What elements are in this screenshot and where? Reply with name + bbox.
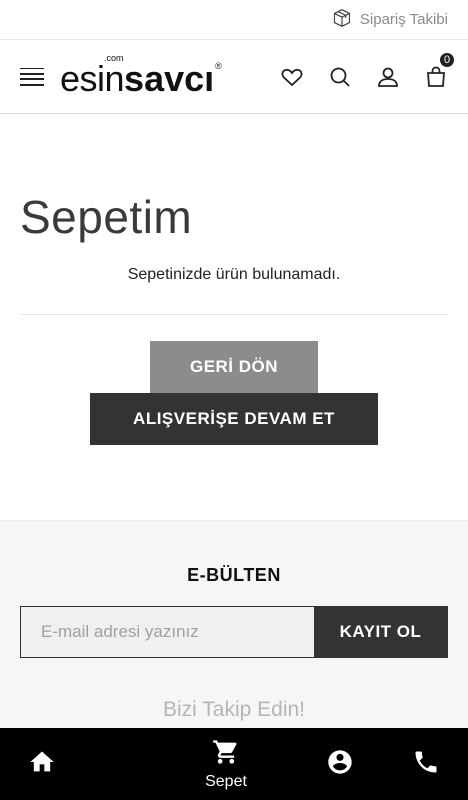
account-icon[interactable] (376, 65, 400, 89)
account-circle-icon (326, 748, 354, 781)
cart-page: Sepetim Sepetinizde ürün bulunamadı. GER… (0, 190, 468, 445)
nav-cart[interactable]: Sepet (196, 738, 256, 791)
newsletter-form: KAYIT OL (20, 606, 448, 658)
menu-icon[interactable] (20, 67, 44, 86)
logo-com: .com (104, 52, 124, 63)
newsletter-section: E-BÜLTEN KAYIT OL Bizi Takip Edin! (0, 520, 468, 730)
search-icon[interactable] (328, 65, 352, 89)
home-icon (28, 748, 56, 781)
email-input[interactable] (21, 607, 314, 657)
site-header: .com esin savcı ® 0 (0, 40, 468, 114)
continue-shopping-button[interactable]: ALIŞVERİŞE DEVAM ET (90, 393, 378, 445)
subscribe-button[interactable]: KAYIT OL (314, 607, 447, 657)
order-tracking-label: Sipariş Takibi (359, 11, 448, 28)
page-title: Sepetim (20, 191, 193, 243)
cart-count-badge: 0 (438, 50, 456, 69)
logo-text-regular: esin (60, 57, 125, 99)
nav-cart-label: Sepet (205, 772, 247, 790)
nav-phone[interactable] (406, 748, 446, 781)
package-icon (332, 8, 352, 32)
site-logo[interactable]: .com esin savcı ® (60, 53, 222, 99)
empty-cart-message: Sepetinizde ürün bulunamadı. (127, 266, 341, 283)
nav-home[interactable] (22, 748, 62, 781)
phone-icon (412, 748, 440, 781)
follow-us-title: Bizi Takip Edin! (162, 698, 306, 721)
nav-account[interactable] (320, 748, 360, 781)
wishlist-icon[interactable] (280, 65, 304, 89)
top-bar: Sipariş Takibi (0, 0, 468, 40)
order-tracking-link[interactable]: Sipariş Takibi (332, 8, 448, 32)
go-back-button[interactable]: GERİ DÖN (150, 341, 318, 393)
divider (20, 314, 448, 315)
logo-text-bold: savcı (124, 57, 215, 99)
newsletter-title: E-BÜLTEN (187, 565, 281, 585)
bottom-navigation: Sepet (0, 728, 468, 800)
header-actions: 0 (280, 50, 456, 89)
shopping-cart-icon (212, 738, 240, 771)
cart-icon[interactable]: 0 (424, 50, 456, 89)
nav-right-group (320, 748, 446, 781)
logo-registered-mark: ® (215, 60, 222, 71)
